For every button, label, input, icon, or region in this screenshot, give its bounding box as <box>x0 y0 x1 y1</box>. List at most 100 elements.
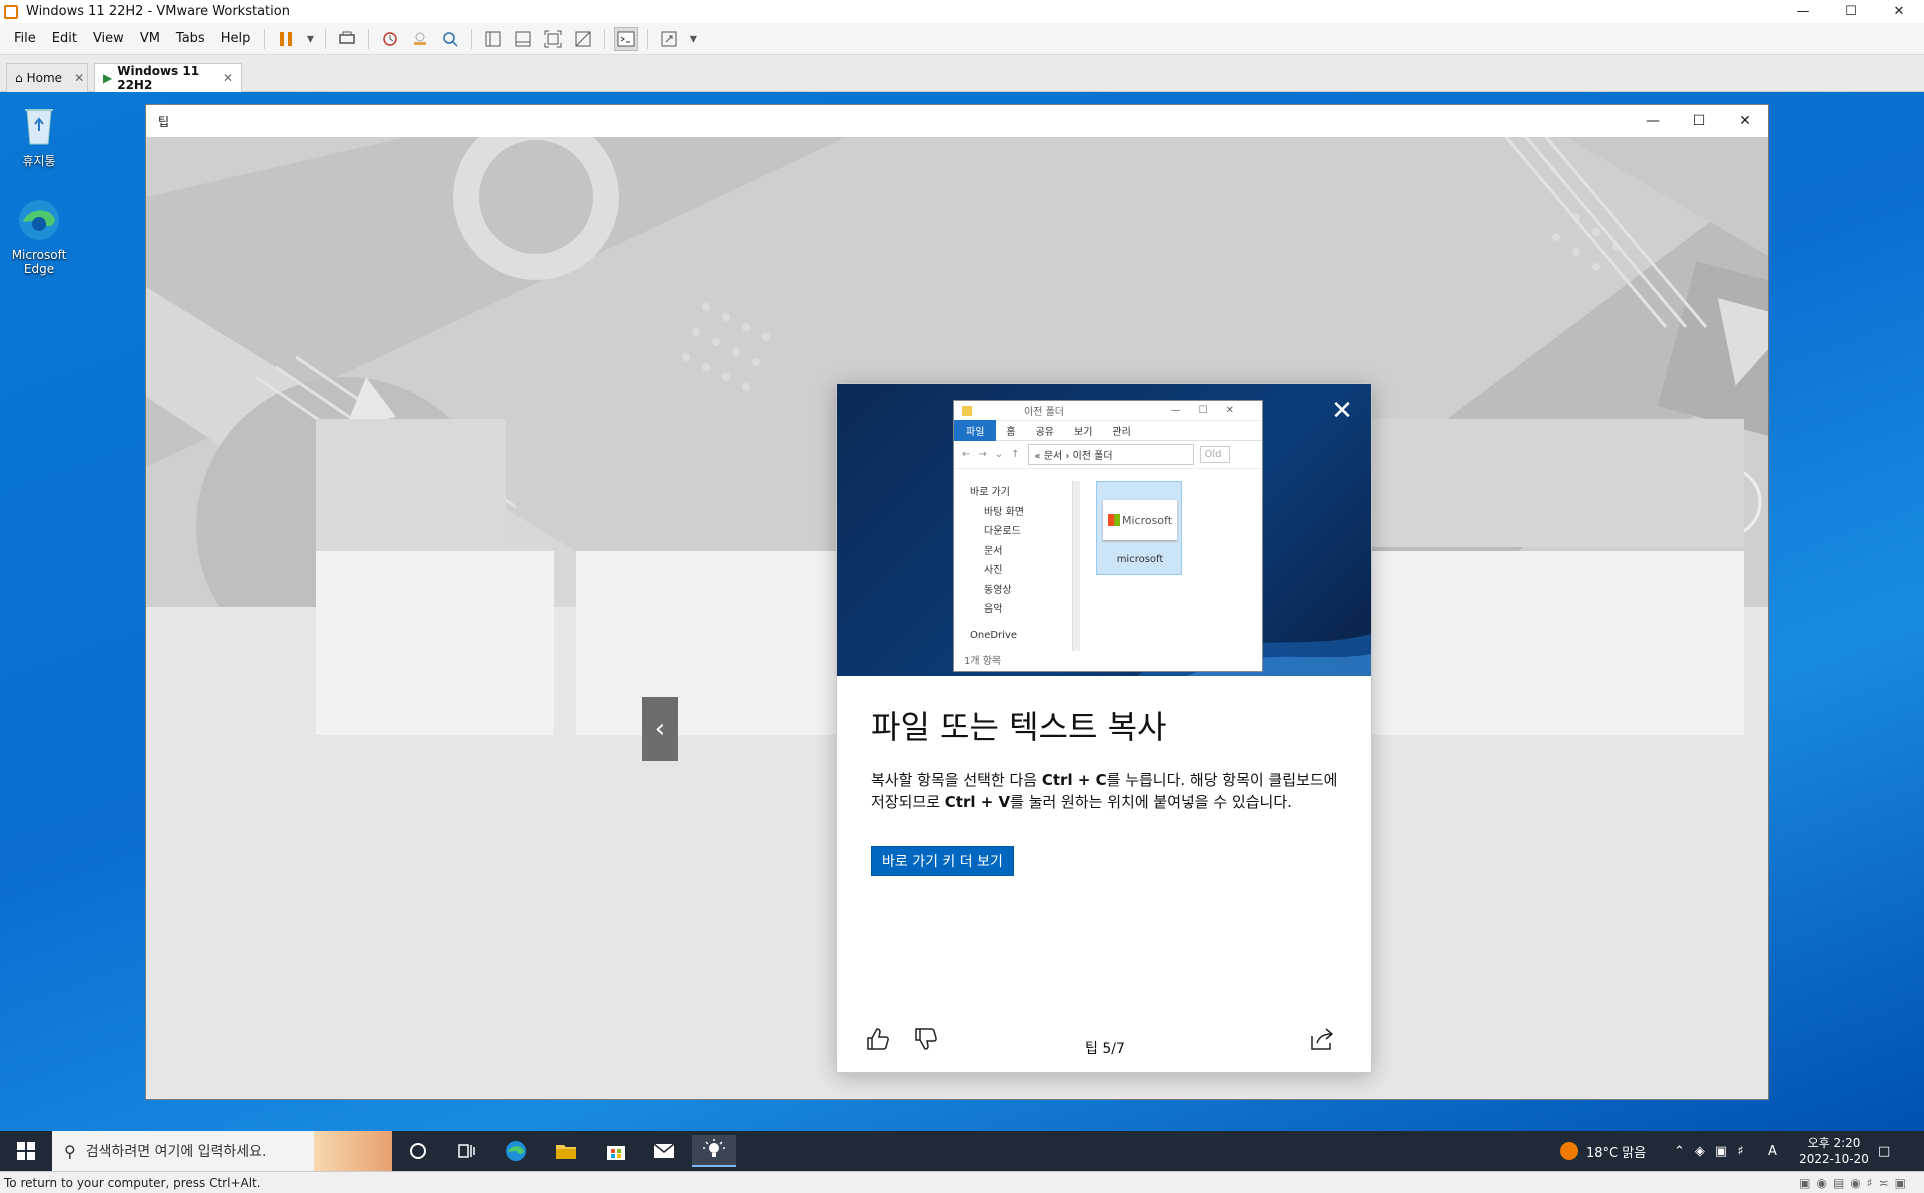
tip-body-shortcut: Ctrl + V <box>944 793 1011 811</box>
vm-icon: ▶ <box>103 71 113 85</box>
previous-tip-button[interactable]: ‹ <box>642 697 678 761</box>
close-tab-icon[interactable]: ✕ <box>74 71 84 85</box>
status-text: To return to your computer, press Ctrl+A… <box>4 1175 261 1190</box>
menu-edit[interactable]: Edit <box>44 31 85 46</box>
menu-vm[interactable]: VM <box>132 31 168 46</box>
file-explorer-illustration: 이전 폴더 —☐✕ 파일 홈 공유 보기 관리 ←→⌄↑ « 문서 › 이전 폴… <box>953 400 1263 672</box>
close-button[interactable]: ✕ <box>1876 0 1922 23</box>
microsoft-logo-icon <box>1107 514 1120 526</box>
nav-videos: 동영상 <box>984 584 1012 596</box>
chevron-down-icon[interactable]: ▾ <box>687 27 699 51</box>
maximize-button[interactable]: ☐ <box>1828 0 1874 23</box>
network-icon[interactable]: ▣ <box>1715 1144 1737 1159</box>
pause-icon[interactable] <box>274 27 298 51</box>
desktop-icon-edge[interactable]: Microsoft Edge <box>4 196 74 276</box>
clock-time: 오후 2:20 <box>1807 1136 1861 1150</box>
device-status-icons: ▣◉▤◉♯≍▣ <box>1799 1175 1912 1190</box>
snapshot-icon[interactable] <box>378 27 402 51</box>
tips-titlebar: 팁 — ☐ ✕ <box>146 105 1768 137</box>
tip-card: 이전 폴더 —☐✕ 파일 홈 공유 보기 관리 ←→⌄↑ « 문서 › 이전 폴… <box>836 383 1372 1073</box>
stretch-guest-icon[interactable] <box>657 27 681 51</box>
search-highlight-image <box>314 1131 392 1171</box>
thumbs-up-icon[interactable] <box>863 1024 893 1054</box>
task-view-button[interactable] <box>446 1135 486 1167</box>
menu-tabs[interactable]: Tabs <box>168 31 213 46</box>
tab-vm-label: Windows 11 22H2 <box>117 64 200 92</box>
search-icon: ⚲ <box>64 1141 76 1161</box>
tab-windows-11[interactable]: ▶ Windows 11 22H2 ✕ <box>94 63 242 92</box>
ribbon-view-tab: 보기 <box>1074 427 1093 438</box>
nav-quick-access: 바로 가기 <box>970 487 1010 498</box>
taskbar-edge[interactable] <box>496 1135 536 1167</box>
ribbon-share-tab: 공유 <box>1035 427 1055 438</box>
taskbar-tips[interactable] <box>692 1135 736 1167</box>
ribbon-file-tab: 파일 <box>954 420 997 441</box>
taskbar-store[interactable] <box>596 1135 636 1167</box>
close-tab-icon[interactable]: ✕ <box>223 71 233 85</box>
edge-icon <box>506 1141 526 1161</box>
minimize-button[interactable]: — <box>1780 0 1826 23</box>
notification-center-button[interactable]: □ <box>1878 1131 1890 1171</box>
vmware-tab-strip: ⌂ Home ✕ ▶ Windows 11 22H2 ✕ <box>0 55 1924 92</box>
nav-pictures: 사진 <box>984 565 1003 576</box>
clock[interactable]: 오후 2:20 2022-10-20 <box>1794 1131 1874 1171</box>
tips-maximize-button[interactable]: ☐ <box>1676 105 1722 137</box>
library-view-icon[interactable] <box>481 27 505 51</box>
recycle-bin-icon <box>15 100 63 148</box>
tip-heading: 파일 또는 텍스트 복사 <box>871 708 1167 746</box>
send-ctrl-alt-del-icon[interactable] <box>335 27 359 51</box>
cortana-button[interactable] <box>398 1135 438 1167</box>
file-label: microsoft <box>1116 554 1164 565</box>
menu-view[interactable]: View <box>85 31 132 46</box>
menu-help[interactable]: Help <box>213 31 259 46</box>
vmware-titlebar: Windows 11 22H2 - VMware Workstation — ☐… <box>0 0 1924 23</box>
vmware-logo-icon <box>4 4 18 19</box>
tip-card-placeholder <box>1508 551 1744 735</box>
cortana-icon <box>410 1143 426 1159</box>
weather-widget[interactable]: 18°C 맑음 <box>1560 1131 1646 1171</box>
lightbulb-icon <box>703 1139 725 1157</box>
console-view-icon[interactable] <box>614 26 639 51</box>
edge-label: Microsoft Edge <box>11 248 67 276</box>
tip-card-placeholder <box>576 551 836 735</box>
snapshot-manager-icon[interactable] <box>438 27 462 51</box>
tip-illustration: 이전 폴더 —☐✕ 파일 홈 공유 보기 관리 ←→⌄↑ « 문서 › 이전 폴… <box>837 384 1371 676</box>
home-icon: ⌂ <box>15 71 23 85</box>
full-screen-icon[interactable] <box>541 27 565 51</box>
windows-logo-icon <box>17 1142 35 1160</box>
chevron-down-icon[interactable]: ▾ <box>304 27 316 51</box>
thumbs-down-icon[interactable] <box>911 1024 941 1054</box>
meeting-icon[interactable]: ◈ <box>1695 1144 1715 1159</box>
tip-card-placeholder <box>1364 419 1744 547</box>
vmware-menubar: File Edit View VM Tabs Help ▾ ▾ <box>0 23 1924 55</box>
more-shortcuts-button[interactable]: 바로 가기 키 더 보기 <box>871 846 1014 876</box>
menu-file[interactable]: File <box>6 31 44 46</box>
taskbar-file-explorer[interactable] <box>546 1135 586 1167</box>
revert-snapshot-icon[interactable] <box>408 27 432 51</box>
close-tip-button[interactable]: ✕ <box>1327 396 1357 426</box>
tip-counter: 팁 5/7 <box>1085 1041 1125 1057</box>
weather-text: 18°C 맑음 <box>1586 1145 1647 1161</box>
volume-icon[interactable]: ♯ <box>1737 1144 1753 1159</box>
tip-body: 복사할 항목을 선택한 다음 Ctrl + C를 누릅니다. 해당 항목이 클립… <box>871 769 1341 813</box>
share-icon[interactable] <box>1307 1024 1337 1054</box>
tips-minimize-button[interactable]: — <box>1630 105 1676 137</box>
start-button[interactable] <box>6 1135 46 1167</box>
file-logo-text: Microsoft <box>1121 513 1173 527</box>
desktop-icon-recycle-bin[interactable]: 휴지통 <box>4 100 74 169</box>
explorer-title: 이전 폴더 <box>1024 407 1064 418</box>
nav-music: 음악 <box>984 604 1003 615</box>
tip-body-text: 복사할 항목을 선택한 다음 <box>871 771 1042 789</box>
tip-body-text: 를 눌러 원하는 위치에 붙여넣을 수 있습니다. <box>1010 793 1292 811</box>
taskbar-mail[interactable] <box>644 1135 684 1167</box>
nav-downloads: 다운로드 <box>984 526 1021 537</box>
unity-icon[interactable] <box>571 27 595 51</box>
ime-indicator[interactable]: A <box>1768 1131 1777 1171</box>
chevron-up-icon[interactable]: ⌃ <box>1674 1144 1695 1159</box>
folder-icon <box>962 405 972 416</box>
tab-home[interactable]: ⌂ Home ✕ <box>6 63 88 92</box>
thumbnail-bar-icon[interactable] <box>511 27 535 51</box>
tips-close-button[interactable]: ✕ <box>1722 105 1768 137</box>
nav-onedrive: OneDrive <box>970 629 1018 641</box>
taskbar-search-box[interactable]: ⚲ 검색하려면 여기에 입력하세요. <box>52 1131 392 1171</box>
